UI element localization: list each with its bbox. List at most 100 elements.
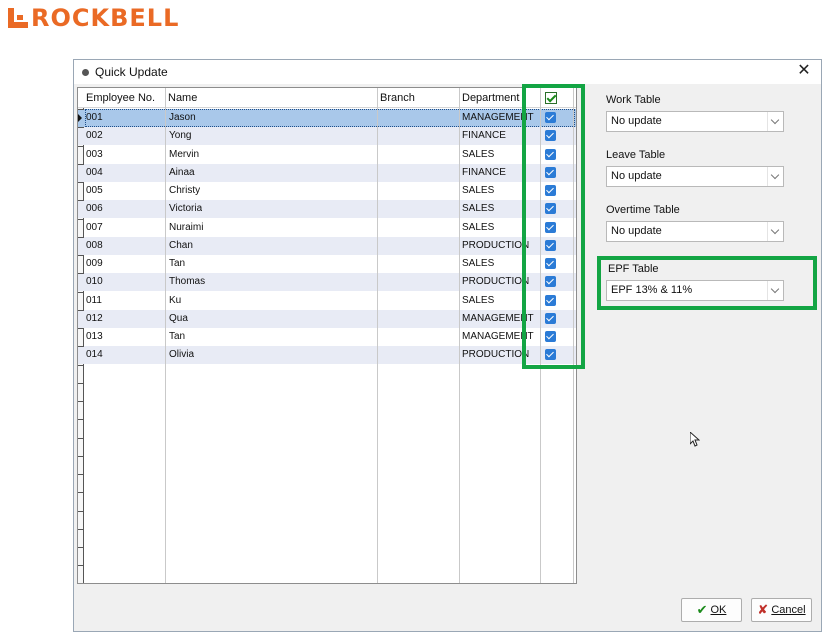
overtime-table-label: Overtime Table xyxy=(606,204,680,216)
row-checkbox[interactable] xyxy=(545,294,556,306)
table-row[interactable]: 007 Nuraimi SALES xyxy=(78,219,576,237)
employee-no-cell: 007 xyxy=(86,221,103,233)
department-cell: SALES xyxy=(462,294,495,306)
table-row[interactable]: 009 Tan SALES xyxy=(78,255,576,273)
row-checkbox[interactable] xyxy=(545,312,556,324)
name-cell: Mervin xyxy=(169,148,200,160)
row-checkbox[interactable] xyxy=(545,166,556,178)
table-row[interactable]: 012 Qua MANAGEMENT xyxy=(78,309,576,328)
row-checkbox[interactable] xyxy=(545,185,556,196)
name-cell: Tan xyxy=(169,258,186,269)
work-table-value: No update xyxy=(611,115,662,127)
department-cell: PRODUCTION xyxy=(462,349,530,361)
focus-outline xyxy=(85,109,575,127)
epf-table-label: EPF Table xyxy=(608,263,659,275)
employee-no-cell: 004 xyxy=(86,166,103,178)
work-table-select[interactable]: No update xyxy=(606,111,784,132)
employee-no-cell: 009 xyxy=(86,258,103,269)
chevron-down-icon[interactable] xyxy=(767,167,783,186)
row-checkbox[interactable] xyxy=(545,349,556,361)
employee-grid[interactable]: Employee No. Name Branch Department 001 J… xyxy=(77,87,577,584)
employee-no-cell: 006 xyxy=(86,203,103,215)
employee-no-cell: 003 xyxy=(86,148,103,160)
name-cell: Tan xyxy=(169,331,186,342)
name-cell: Ku xyxy=(169,294,182,306)
leave-table-select[interactable]: No update xyxy=(606,166,784,187)
column-header-department[interactable]: Department xyxy=(460,88,519,108)
chevron-down-icon[interactable] xyxy=(767,281,783,300)
grid-header: Employee No. Name Branch Department xyxy=(78,88,576,108)
department-cell: SALES xyxy=(462,185,495,196)
cancel-button[interactable]: ✘ Cancel xyxy=(751,598,812,622)
employee-no-cell: 008 xyxy=(86,239,103,251)
name-cell: Thomas xyxy=(169,276,206,288)
row-checkbox[interactable] xyxy=(545,331,556,342)
name-cell: Yong xyxy=(169,130,192,142)
name-cell: Ainaa xyxy=(169,166,195,178)
table-row[interactable]: 008 Chan PRODUCTION xyxy=(78,236,576,255)
chevron-down-icon[interactable] xyxy=(767,222,783,241)
name-cell: Victoria xyxy=(169,203,203,215)
dialog-title: Quick Update xyxy=(95,65,168,79)
department-cell: PRODUCTION xyxy=(462,239,530,251)
app-icon xyxy=(82,68,89,76)
chevron-down-icon[interactable] xyxy=(767,112,783,131)
column-header-branch[interactable]: Branch xyxy=(378,88,415,108)
department-cell: MANAGEMENT xyxy=(462,312,534,324)
ok-button[interactable]: ✔ OK xyxy=(681,598,742,622)
department-cell: FINANCE xyxy=(462,166,506,178)
cancel-button-label: Cancel xyxy=(771,604,806,616)
table-row[interactable]: 011 Ku SALES xyxy=(78,292,576,310)
row-checkbox[interactable] xyxy=(545,258,556,269)
row-checkbox[interactable] xyxy=(545,221,556,233)
employee-no-cell: 011 xyxy=(86,294,102,306)
table-row[interactable]: 004 Ainaa FINANCE xyxy=(78,163,576,182)
table-row[interactable]: 006 Victoria SALES xyxy=(78,200,576,219)
column-header-name[interactable]: Name xyxy=(166,88,197,108)
epf-table-value: EPF 13% & 11% xyxy=(611,284,693,296)
close-icon[interactable]: ✕ xyxy=(795,62,813,80)
row-checkbox[interactable] xyxy=(545,203,556,215)
row-checkbox[interactable] xyxy=(545,130,556,142)
rockbell-logo: ROCKBELL xyxy=(8,4,179,32)
name-cell: Olivia xyxy=(169,349,195,361)
ok-button-label: OK xyxy=(710,604,727,616)
quick-update-dialog: Quick Update ✕ Employee No. Name Branch … xyxy=(73,59,822,632)
select-all-checkbox[interactable] xyxy=(545,92,557,104)
employee-no-cell: 005 xyxy=(86,185,103,196)
row-checkbox[interactable] xyxy=(545,239,556,251)
check-icon: ✔ xyxy=(696,602,708,617)
row-checkbox[interactable] xyxy=(545,276,556,288)
work-table-label: Work Table xyxy=(606,94,661,106)
department-cell: SALES xyxy=(462,148,495,160)
table-row[interactable]: 001 Jason MANAGEMENT xyxy=(78,109,576,127)
name-cell: Chan xyxy=(169,239,193,251)
name-cell: Nuraimi xyxy=(169,221,204,233)
leave-table-value: No update xyxy=(611,170,662,182)
rockbell-logo-icon xyxy=(8,8,28,28)
employee-no-cell: 013 xyxy=(86,331,103,342)
table-row[interactable]: 010 Thomas PRODUCTION xyxy=(78,273,576,292)
cancel-icon: ✘ xyxy=(757,602,769,617)
employee-no-cell: 012 xyxy=(86,312,103,324)
current-row-pointer-icon xyxy=(78,114,82,122)
dialog-titlebar: Quick Update ✕ xyxy=(74,60,821,84)
department-cell: SALES xyxy=(462,221,495,233)
department-cell: PRODUCTION xyxy=(462,276,530,288)
table-row[interactable]: 002 Yong FINANCE xyxy=(78,127,576,146)
table-row[interactable]: 014 Olivia PRODUCTION xyxy=(78,346,576,365)
overtime-table-value: No update xyxy=(611,225,662,237)
name-cell: Qua xyxy=(169,312,188,324)
column-header-employee-no[interactable]: Employee No. xyxy=(84,88,155,108)
department-cell: MANAGEMENT xyxy=(462,331,534,342)
name-cell: Christy xyxy=(169,185,201,196)
row-checkbox[interactable] xyxy=(545,148,556,160)
employee-no-cell: 010 xyxy=(86,276,103,288)
overtime-table-select[interactable]: No update xyxy=(606,221,784,242)
table-row[interactable]: 003 Mervin SALES xyxy=(78,146,576,164)
table-row[interactable]: 013 Tan MANAGEMENT xyxy=(78,328,576,346)
table-row[interactable]: 005 Christy SALES xyxy=(78,182,576,200)
department-cell: SALES xyxy=(462,203,495,215)
leave-table-label: Leave Table xyxy=(606,149,666,161)
epf-table-select[interactable]: EPF 13% & 11% xyxy=(606,280,784,301)
